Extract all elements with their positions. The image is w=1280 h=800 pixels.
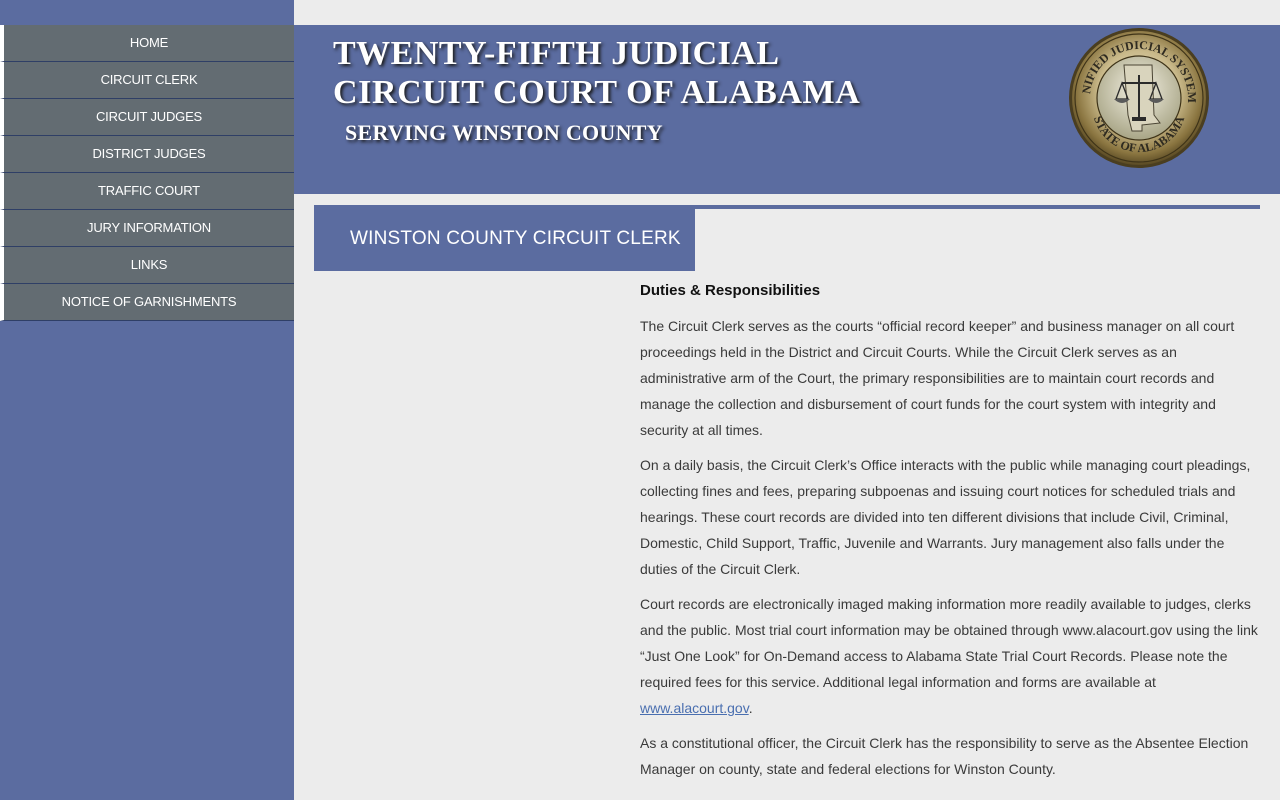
- paragraph-1: The Circuit Clerk serves as the courts “…: [640, 318, 1235, 438]
- site-title-line-2: CIRCUIT COURT OF ALABAMA: [333, 74, 861, 111]
- paragraph-2: On a daily basis, the Circuit Clerk’s Of…: [640, 457, 1251, 577]
- site-header: TWENTY-FIFTH JUDICIAL CIRCUIT COURT OF A…: [294, 25, 1280, 194]
- section-heading: Duties & Responsibilities: [640, 282, 821, 299]
- content-body: Duties & Responsibilities The Circuit Cl…: [640, 282, 1260, 791]
- main-nav: HOME CIRCUIT CLERK CIRCUIT JUDGES DISTRI…: [0, 25, 294, 321]
- nav-item-links[interactable]: LINKS: [0, 247, 294, 284]
- alacourt-link[interactable]: www.alacourt.gov: [640, 700, 749, 716]
- unified-judicial-system-seal-icon: UNIFIED JUDICIAL SYSTEM STATE OF ALABAMA: [1068, 27, 1209, 168]
- paragraph-3-text: Court records are electronically imaged …: [640, 596, 1258, 690]
- nav-item-notice-of-garnishments[interactable]: NOTICE OF GARNISHMENTS: [0, 284, 294, 321]
- nav-item-home[interactable]: HOME: [0, 25, 294, 62]
- paragraph-3: Court records are electronically imaged …: [640, 591, 1260, 721]
- site-title-line-1: TWENTY-FIFTH JUDICIAL: [333, 35, 780, 72]
- nav-item-circuit-clerk[interactable]: CIRCUIT CLERK: [0, 62, 294, 99]
- nav-item-circuit-judges[interactable]: CIRCUIT JUDGES: [0, 99, 294, 136]
- nav-item-district-judges[interactable]: DISTRICT JUDGES: [0, 136, 294, 173]
- main-area: TWENTY-FIFTH JUDICIAL CIRCUIT COURT OF A…: [294, 0, 1280, 800]
- site-subtitle: SERVING WINSTON COUNTY: [345, 120, 663, 145]
- page-title-banner: WINSTON COUNTY CIRCUIT CLERK: [314, 209, 695, 271]
- page-title: WINSTON COUNTY CIRCUIT CLERK: [350, 228, 681, 249]
- sidebar: HOME CIRCUIT CLERK CIRCUIT JUDGES DISTRI…: [0, 0, 294, 800]
- nav-item-jury-information[interactable]: JURY INFORMATION: [0, 210, 294, 247]
- paragraph-4: As a constitutional officer, the Circuit…: [640, 735, 1249, 777]
- paragraph-3-end: .: [748, 700, 753, 716]
- nav-item-traffic-court[interactable]: TRAFFIC COURT: [0, 173, 294, 210]
